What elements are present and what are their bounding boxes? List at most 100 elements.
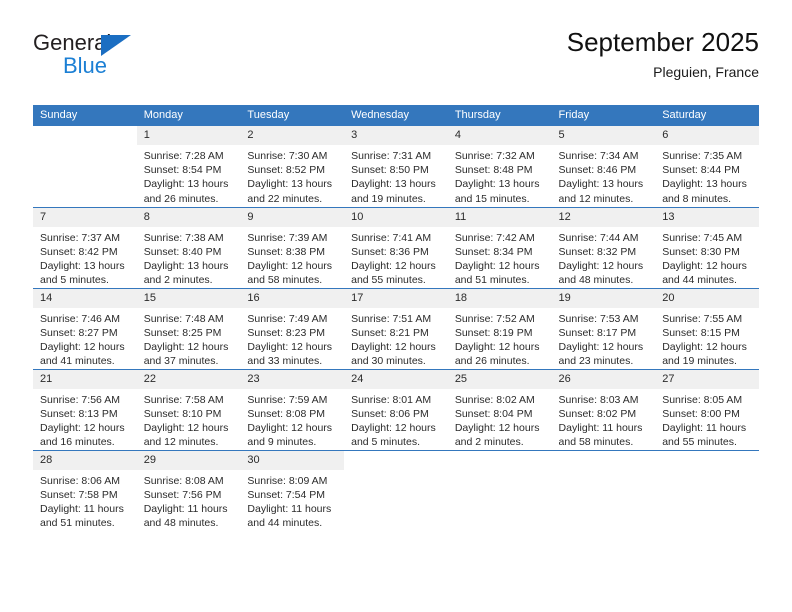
daylight-line-1: Daylight: 12 hours <box>662 259 747 272</box>
day-number: 30 <box>240 450 345 470</box>
day-cell[interactable]: 17 Sunrise: 7:51 AM Sunset: 8:21 PM Dayligh… <box>344 288 448 369</box>
calendar-week-row: 14 Sunrise: 7:46 AM Sunset: 8:27 PM Dayligh… <box>33 287 759 369</box>
day-number: 17 <box>344 288 448 308</box>
calendar-cell: 6 Sunrise: 7:35 AM Sunset: 8:44 PM Daylight… <box>655 126 759 207</box>
day-number: 7 <box>33 207 137 227</box>
sunrise-time: Sunrise: 7:31 AM <box>351 150 432 162</box>
calendar-cell <box>551 449 656 531</box>
day-cell[interactable]: 16 Sunrise: 7:49 AM Sunset: 8:23 PM Dayligh… <box>240 288 345 369</box>
weekday-header-friday: Friday <box>551 105 656 126</box>
day-cell[interactable]: 12 Sunrise: 7:44 AM Sunset: 8:32 PM Dayligh… <box>551 207 656 288</box>
sunrise-time: Sunrise: 8:05 AM <box>662 393 743 406</box>
daylight-line-1: Daylight: 12 hours <box>558 340 644 353</box>
day-number: 29 <box>136 450 241 470</box>
day-number <box>448 451 552 470</box>
calendar-cell: 10 Sunrise: 7:41 AM Sunset: 8:36 PM Dayligh… <box>344 206 448 288</box>
calendar-week-row: 1 Sunrise: 7:28 AM Sunset: 8:54 PM Daylight… <box>33 126 759 207</box>
day-number: 1 <box>136 126 241 145</box>
day-number <box>552 451 656 470</box>
day-cell[interactable]: 5 Sunrise: 7:34 AM Sunset: 8:46 PM Daylight… <box>551 126 656 207</box>
day-cell[interactable]: 30 Sunrise: 8:09 AM Sunset: 7:54 PM Dayligh… <box>240 450 345 532</box>
day-number: 26 <box>551 369 656 389</box>
day-details: Sunrise: 7:48 AM Sunset: 8:25 PM Daylight:… <box>137 308 241 369</box>
daylight-line-1: Daylight: 12 hours <box>247 340 333 353</box>
calendar-cell <box>655 449 759 531</box>
day-cell[interactable]: 19 Sunrise: 7:53 AM Sunset: 8:17 PM Dayligh… <box>551 288 656 369</box>
sunset-time: Sunset: 8:15 PM <box>662 326 740 339</box>
day-details: Sunrise: 7:53 AM Sunset: 8:17 PM Daylight:… <box>552 308 656 369</box>
day-cell[interactable]: 14 Sunrise: 7:46 AM Sunset: 8:27 PM Dayligh… <box>33 288 137 369</box>
sunset-time: Sunset: 8:06 PM <box>351 407 429 420</box>
sunrise-time: Sunrise: 7:51 AM <box>351 312 432 325</box>
day-cell[interactable]: 4 Sunrise: 7:32 AM Sunset: 8:48 PM Daylight… <box>447 126 552 207</box>
daylight-line-2: and 5 minutes. <box>351 436 420 449</box>
daylight-line-1: Daylight: 12 hours <box>40 340 125 353</box>
sunrise-time: Sunrise: 7:35 AM <box>662 150 743 162</box>
sunset-time: Sunset: 8:42 PM <box>40 245 118 258</box>
sunset-time: Sunset: 8:21 PM <box>351 326 429 339</box>
sunrise-time: Sunrise: 8:08 AM <box>143 474 224 487</box>
daylight-line-2: and 55 minutes. <box>662 436 737 449</box>
sunrise-time: Sunrise: 7:55 AM <box>662 312 743 325</box>
day-cell[interactable]: 11 Sunrise: 7:42 AM Sunset: 8:34 PM Dayligh… <box>447 207 552 288</box>
daylight-line-1: Daylight: 13 hours <box>247 178 333 191</box>
day-cell[interactable]: 26 Sunrise: 8:03 AM Sunset: 8:02 PM Dayligh… <box>551 369 656 450</box>
daylight-line-2: and 12 minutes. <box>143 436 219 449</box>
page-title: September 2025 <box>566 27 759 57</box>
daylight-line-1: Daylight: 13 hours <box>143 259 229 272</box>
day-cell[interactable]: 1 Sunrise: 7:28 AM Sunset: 8:54 PM Daylight… <box>136 126 241 207</box>
day-number: 13 <box>655 207 759 227</box>
day-cell[interactable]: 22 Sunrise: 7:58 AM Sunset: 8:10 PM Dayligh… <box>136 369 241 450</box>
day-cell[interactable]: 3 Sunrise: 7:31 AM Sunset: 8:50 PM Daylight… <box>344 126 448 207</box>
day-cell[interactable]: 29 Sunrise: 8:08 AM Sunset: 7:56 PM Dayligh… <box>136 450 241 532</box>
day-number: 19 <box>551 288 656 308</box>
day-number: 6 <box>655 126 759 145</box>
day-cell[interactable]: 27 Sunrise: 8:05 AM Sunset: 8:00 PM Dayligh… <box>655 369 759 450</box>
day-number: 21 <box>33 369 137 389</box>
sunset-time: Sunset: 8:54 PM <box>143 164 222 177</box>
day-cell[interactable]: 9 Sunrise: 7:39 AM Sunset: 8:38 PM Daylight… <box>240 207 345 288</box>
day-details: Sunrise: 7:41 AM Sunset: 8:36 PM Daylight:… <box>344 227 448 288</box>
day-cell[interactable]: 18 Sunrise: 7:52 AM Sunset: 8:19 PM Dayligh… <box>447 288 552 369</box>
brand-logo[interactable]: General Blue <box>33 32 213 88</box>
calendar-cell: 25 Sunrise: 8:02 AM Sunset: 8:04 PM Dayligh… <box>447 368 552 450</box>
weekday-header-monday: Monday <box>136 105 241 126</box>
daylight-line-1: Daylight: 13 hours <box>40 259 125 272</box>
day-number <box>655 451 759 470</box>
calendar-cell: 2 Sunrise: 7:30 AM Sunset: 8:52 PM Daylight… <box>240 126 345 207</box>
day-cell[interactable]: 13 Sunrise: 7:45 AM Sunset: 8:30 PM Dayligh… <box>655 207 759 288</box>
day-details: Sunrise: 7:46 AM Sunset: 8:27 PM Daylight:… <box>33 308 137 369</box>
day-cell[interactable]: 7 Sunrise: 7:37 AM Sunset: 8:42 PM Daylight… <box>33 207 137 288</box>
calendar-cell <box>33 126 137 207</box>
calendar-cell: 11 Sunrise: 7:42 AM Sunset: 8:34 PM Dayligh… <box>447 206 552 288</box>
day-cell[interactable]: 10 Sunrise: 7:41 AM Sunset: 8:36 PM Dayligh… <box>344 207 448 288</box>
day-number: 28 <box>33 450 137 470</box>
sunset-time: Sunset: 8:34 PM <box>454 245 533 258</box>
day-cell[interactable]: 23 Sunrise: 7:59 AM Sunset: 8:08 PM Dayligh… <box>240 369 345 450</box>
day-cell[interactable]: 21 Sunrise: 7:56 AM Sunset: 8:13 PM Dayligh… <box>33 369 137 450</box>
day-cell[interactable]: 2 Sunrise: 7:30 AM Sunset: 8:52 PM Daylight… <box>240 126 345 207</box>
day-cell[interactable]: 6 Sunrise: 7:35 AM Sunset: 8:44 PM Daylight… <box>655 126 759 207</box>
sunrise-time: Sunrise: 7:56 AM <box>40 393 120 406</box>
daylight-line-2: and 51 minutes. <box>40 517 115 530</box>
day-details: Sunrise: 7:44 AM Sunset: 8:32 PM Daylight:… <box>552 227 656 288</box>
sunset-time: Sunset: 8:52 PM <box>247 164 326 177</box>
daylight-line-1: Daylight: 13 hours <box>662 178 747 191</box>
day-cell[interactable]: 28 Sunrise: 8:06 AM Sunset: 7:58 PM Dayligh… <box>33 450 137 532</box>
daylight-line-1: Daylight: 13 hours <box>558 178 644 191</box>
day-cell[interactable]: 15 Sunrise: 7:48 AM Sunset: 8:25 PM Dayligh… <box>136 288 241 369</box>
brand-name-general: General <box>33 30 112 55</box>
daylight-line-2: and 48 minutes. <box>558 274 634 287</box>
calendar-cell: 28 Sunrise: 8:06 AM Sunset: 7:58 PM Dayligh… <box>33 449 137 532</box>
day-number: 4 <box>447 126 552 145</box>
page-header: General Blue September 2025 Pleguien, Fr… <box>33 27 759 96</box>
sunset-time: Sunset: 8:46 PM <box>558 164 637 177</box>
day-cell[interactable]: 20 Sunrise: 7:55 AM Sunset: 8:15 PM Dayligh… <box>655 288 759 369</box>
sunset-time: Sunset: 7:58 PM <box>40 488 118 501</box>
day-cell[interactable]: 24 Sunrise: 8:01 AM Sunset: 8:06 PM Dayligh… <box>344 369 448 450</box>
day-cell[interactable]: 8 Sunrise: 7:38 AM Sunset: 8:40 PM Daylight… <box>136 207 241 288</box>
calendar-cell: 7 Sunrise: 7:37 AM Sunset: 8:42 PM Daylight… <box>33 206 137 288</box>
day-cell[interactable]: 25 Sunrise: 8:02 AM Sunset: 8:04 PM Dayligh… <box>447 369 552 450</box>
daylight-line-2: and 58 minutes. <box>247 274 323 287</box>
day-number: 27 <box>655 369 759 389</box>
